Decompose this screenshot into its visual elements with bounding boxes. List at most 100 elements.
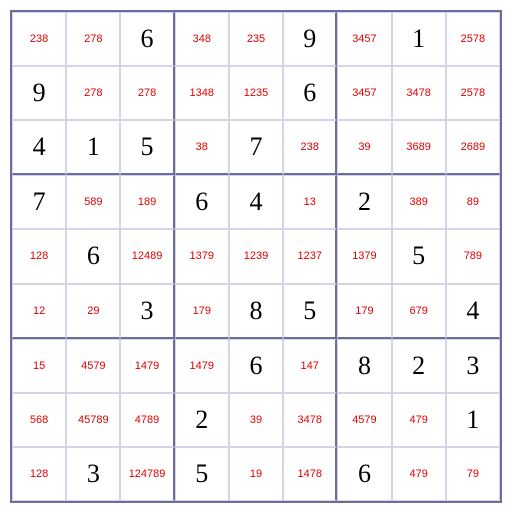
cell-2-3[interactable]: 38 <box>175 120 229 175</box>
cell-0-3[interactable]: 348 <box>175 12 229 66</box>
cell-3-4[interactable]: 4 <box>229 175 283 229</box>
cell-7-3[interactable]: 2 <box>175 393 229 447</box>
candidates: 1348 <box>190 87 214 99</box>
cell-7-7[interactable]: 479 <box>392 393 446 447</box>
cell-8-5[interactable]: 1478 <box>283 447 337 501</box>
given-value: 2 <box>195 405 208 435</box>
cell-2-1[interactable]: 1 <box>66 120 120 175</box>
cell-6-6[interactable]: 8 <box>337 339 391 393</box>
cell-1-3[interactable]: 1348 <box>175 66 229 120</box>
candidates: 1237 <box>297 250 321 262</box>
given-value: 6 <box>141 24 154 54</box>
cell-1-8[interactable]: 2578 <box>446 66 500 120</box>
candidates: 479 <box>409 468 427 480</box>
cell-5-4[interactable]: 8 <box>229 284 283 339</box>
cell-2-5[interactable]: 238 <box>283 120 337 175</box>
cell-8-4[interactable]: 19 <box>229 447 283 501</box>
cell-2-2[interactable]: 5 <box>120 120 174 175</box>
cell-1-6[interactable]: 3457 <box>337 66 391 120</box>
cell-0-2[interactable]: 6 <box>120 12 174 66</box>
cell-2-4[interactable]: 7 <box>229 120 283 175</box>
cell-0-4[interactable]: 235 <box>229 12 283 66</box>
cell-3-2[interactable]: 189 <box>120 175 174 229</box>
cell-4-3[interactable]: 1379 <box>175 229 229 283</box>
cell-5-0[interactable]: 12 <box>12 284 66 339</box>
cell-5-2[interactable]: 3 <box>120 284 174 339</box>
cell-4-5[interactable]: 1237 <box>283 229 337 283</box>
cell-0-1[interactable]: 278 <box>66 12 120 66</box>
cell-5-8[interactable]: 4 <box>446 284 500 339</box>
cell-8-2[interactable]: 124789 <box>120 447 174 501</box>
cell-5-6[interactable]: 179 <box>337 284 391 339</box>
cell-1-5[interactable]: 6 <box>283 66 337 120</box>
cell-8-3[interactable]: 5 <box>175 447 229 501</box>
cell-2-7[interactable]: 3689 <box>392 120 446 175</box>
given-value: 4 <box>33 132 46 162</box>
candidates: 38 <box>196 141 208 153</box>
candidates: 13 <box>304 196 316 208</box>
cell-3-7[interactable]: 389 <box>392 175 446 229</box>
cell-8-8[interactable]: 79 <box>446 447 500 501</box>
cell-7-4[interactable]: 39 <box>229 393 283 447</box>
cell-3-6[interactable]: 2 <box>337 175 391 229</box>
cell-1-2[interactable]: 278 <box>120 66 174 120</box>
cell-4-2[interactable]: 12489 <box>120 229 174 283</box>
candidates: 1479 <box>190 360 214 372</box>
cell-7-2[interactable]: 4789 <box>120 393 174 447</box>
cell-4-1[interactable]: 6 <box>66 229 120 283</box>
cell-0-6[interactable]: 3457 <box>337 12 391 66</box>
cell-2-6[interactable]: 39 <box>337 120 391 175</box>
cell-3-8[interactable]: 89 <box>446 175 500 229</box>
cell-7-5[interactable]: 3478 <box>283 393 337 447</box>
candidates: 479 <box>409 414 427 426</box>
cell-8-6[interactable]: 6 <box>337 447 391 501</box>
cell-5-1[interactable]: 29 <box>66 284 120 339</box>
given-value: 6 <box>87 241 100 271</box>
cell-0-7[interactable]: 1 <box>392 12 446 66</box>
cell-7-6[interactable]: 4579 <box>337 393 391 447</box>
cell-7-0[interactable]: 568 <box>12 393 66 447</box>
cell-1-7[interactable]: 3478 <box>392 66 446 120</box>
cell-2-0[interactable]: 4 <box>12 120 66 175</box>
cell-4-0[interactable]: 128 <box>12 229 66 283</box>
candidates: 3457 <box>352 33 376 45</box>
cell-6-4[interactable]: 6 <box>229 339 283 393</box>
cell-1-0[interactable]: 9 <box>12 66 66 120</box>
cell-5-3[interactable]: 179 <box>175 284 229 339</box>
cell-6-1[interactable]: 4579 <box>66 339 120 393</box>
cell-0-5[interactable]: 9 <box>283 12 337 66</box>
cell-3-0[interactable]: 7 <box>12 175 66 229</box>
cell-3-1[interactable]: 589 <box>66 175 120 229</box>
candidates: 1479 <box>135 360 159 372</box>
sudoku-grid: 2382786348235934571257892782781348123563… <box>10 10 502 503</box>
cell-0-8[interactable]: 2578 <box>446 12 500 66</box>
cell-4-7[interactable]: 5 <box>392 229 446 283</box>
cell-3-5[interactable]: 13 <box>283 175 337 229</box>
candidates: 2578 <box>461 33 485 45</box>
cell-4-4[interactable]: 1239 <box>229 229 283 283</box>
cell-4-8[interactable]: 789 <box>446 229 500 283</box>
cell-2-8[interactable]: 2689 <box>446 120 500 175</box>
cell-8-7[interactable]: 479 <box>392 447 446 501</box>
given-value: 1 <box>87 132 100 162</box>
cell-6-8[interactable]: 3 <box>446 339 500 393</box>
cell-8-1[interactable]: 3 <box>66 447 120 501</box>
cell-4-6[interactable]: 1379 <box>337 229 391 283</box>
cell-7-8[interactable]: 1 <box>446 393 500 447</box>
cell-6-7[interactable]: 2 <box>392 339 446 393</box>
cell-8-0[interactable]: 128 <box>12 447 66 501</box>
cell-6-0[interactable]: 15 <box>12 339 66 393</box>
cell-6-3[interactable]: 1479 <box>175 339 229 393</box>
candidates: 3478 <box>406 87 430 99</box>
given-value: 6 <box>195 187 208 217</box>
cell-6-2[interactable]: 1479 <box>120 339 174 393</box>
cell-5-5[interactable]: 5 <box>283 284 337 339</box>
cell-7-1[interactable]: 45789 <box>66 393 120 447</box>
cell-5-7[interactable]: 679 <box>392 284 446 339</box>
cell-6-5[interactable]: 147 <box>283 339 337 393</box>
cell-1-1[interactable]: 278 <box>66 66 120 120</box>
cell-1-4[interactable]: 1235 <box>229 66 283 120</box>
candidates: 679 <box>409 305 427 317</box>
cell-0-0[interactable]: 238 <box>12 12 66 66</box>
cell-3-3[interactable]: 6 <box>175 175 229 229</box>
